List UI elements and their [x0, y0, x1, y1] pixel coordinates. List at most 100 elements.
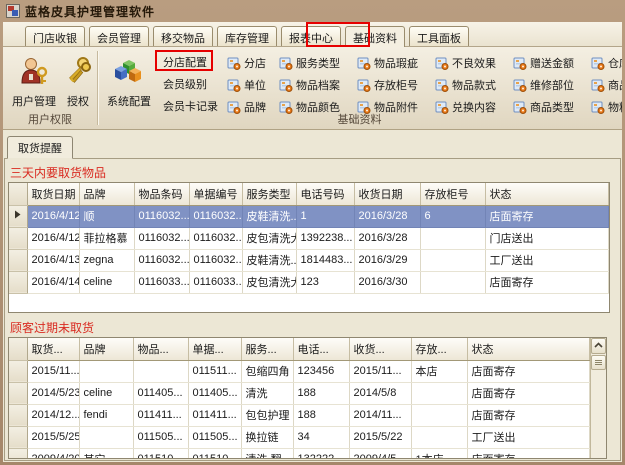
table-cell[interactable]: 0116032... [189, 205, 242, 227]
table-cell[interactable] [411, 426, 467, 448]
table-cell[interactable]: 0116032... [134, 205, 189, 227]
table-row[interactable]: 2015/11...011511...包缩四角1234562015/11...本… [9, 360, 590, 382]
row-selector-cell[interactable] [9, 426, 27, 448]
table-cell[interactable]: 1392238... [296, 227, 354, 249]
table-cell[interactable] [79, 426, 133, 448]
table-cell[interactable]: 011510... [133, 448, 188, 459]
table-cell[interactable]: 6 [420, 205, 485, 227]
row-selector-cell[interactable] [9, 404, 27, 426]
table-cell[interactable]: 顺 [79, 205, 134, 227]
table-cell[interactable]: 34 [293, 426, 349, 448]
column-header-状态[interactable]: 状态 [485, 183, 609, 205]
table-cell[interactable] [411, 404, 467, 426]
column-header-存放柜号[interactable]: 存放柜号 [420, 183, 485, 205]
table-cell[interactable]: 123456 [293, 360, 349, 382]
nav-tab-门店收银[interactable]: 门店收银 [25, 26, 85, 46]
ribbon-item-物品瑕疵[interactable]: 物品瑕疵 [357, 55, 435, 71]
table-cell[interactable]: 011405... [133, 382, 188, 404]
table-cell[interactable]: 2014/5/23 [27, 382, 79, 404]
table-cell[interactable] [420, 271, 485, 293]
column-header-状态[interactable]: 状态 [467, 338, 590, 360]
column-header-服务类型[interactable]: 服务类型 [242, 183, 296, 205]
table-cell[interactable]: 0116032... [134, 249, 189, 271]
table-cell[interactable]: 清洗,翻... [241, 448, 293, 459]
ribbon-item-不良效果[interactable]: 不良效果 [435, 55, 513, 71]
column-header-单据...[interactable]: 单据... [188, 338, 241, 360]
table-cell[interactable]: 店面寄存 [467, 360, 590, 382]
table-cell[interactable]: 0116032... [189, 227, 242, 249]
table-cell[interactable]: 2015/11... [349, 360, 411, 382]
nav-tab-基础资料[interactable]: 基础资料 [345, 26, 405, 47]
table-cell[interactable]: 0116033... [134, 271, 189, 293]
table-cell[interactable]: 2015/11... [27, 360, 79, 382]
nav-tab-工具面板[interactable]: 工具面板 [409, 26, 469, 46]
table-cell[interactable]: 2016/3/28 [354, 205, 420, 227]
table-cell[interactable]: 1 [296, 205, 354, 227]
table-cell[interactable]: 123 [296, 271, 354, 293]
ribbon-item-赠送金额[interactable]: 赠送金额 [513, 55, 591, 71]
table-row[interactable]: 2015/5/25011505...011505...换拉链342015/5/2… [9, 426, 590, 448]
table-due-in-3-days[interactable]: 取货日期品牌物品条码单据编号服务类型电话号码收货日期存放柜号状态2016/4/1… [8, 182, 610, 313]
row-selector-cell[interactable] [9, 448, 27, 459]
table-cell[interactable]: 0116032... [189, 249, 242, 271]
table-row[interactable]: 2014/5/23celine011405...011405...清洗18820… [9, 382, 590, 404]
table-cell[interactable]: 011405... [188, 382, 241, 404]
table-cell[interactable]: 132222... [293, 448, 349, 459]
table-cell[interactable]: 2016/4/14 [27, 271, 79, 293]
table-cell[interactable]: 2014/12... [27, 404, 79, 426]
row-selector-cell[interactable] [9, 360, 27, 382]
table-cell[interactable]: 皮鞋清洗... [242, 205, 296, 227]
table-cell[interactable]: 皮包清洗大 [242, 271, 296, 293]
table-cell[interactable]: 2016/4/12 [27, 205, 79, 227]
table-cell[interactable] [420, 249, 485, 271]
table-cell[interactable]: 皮包清洗大 [242, 227, 296, 249]
row-selector-cell[interactable] [9, 227, 27, 249]
table-cell[interactable] [420, 227, 485, 249]
row-selector-cell[interactable] [9, 382, 27, 404]
table-cell[interactable] [411, 382, 467, 404]
table-cell[interactable]: 清洗 [241, 382, 293, 404]
table-cell[interactable]: 2014/11... [349, 404, 411, 426]
table-cell[interactable]: fendi [79, 404, 133, 426]
table-cell[interactable]: 2016/3/29 [354, 249, 420, 271]
table-cell[interactable]: 2009/4/5 [349, 448, 411, 459]
table-cell[interactable]: 包缩四角 [241, 360, 293, 382]
column-header-存放...[interactable]: 存放... [411, 338, 467, 360]
table-cell[interactable]: 2016/3/30 [354, 271, 420, 293]
table-row[interactable]: 2014/12...fendi011411...011411...包包护理188… [9, 404, 590, 426]
table-cell[interactable] [79, 360, 133, 382]
ribbon-item-维修部位[interactable]: 维修部位 [513, 77, 591, 93]
table-cell[interactable]: 011411... [188, 404, 241, 426]
ribbon-item-物品款式[interactable]: 物品款式 [435, 77, 513, 93]
table-row[interactable]: 2009/4/20其它011510...011510...清洗,翻...1322… [9, 448, 590, 459]
row-selector-cell[interactable] [9, 271, 27, 293]
column-header-收货日期[interactable]: 收货日期 [354, 183, 420, 205]
table-cell[interactable]: 0116032... [134, 227, 189, 249]
table-cell[interactable]: 2009/4/20 [27, 448, 79, 459]
table-cell[interactable]: 工厂送出 [485, 249, 609, 271]
table-cell[interactable]: 包包护理 [241, 404, 293, 426]
table-cell[interactable]: 2016/3/28 [354, 227, 420, 249]
column-header-服务...[interactable]: 服务... [241, 338, 293, 360]
vertical-scrollbar[interactable] [590, 338, 606, 458]
column-header-收货...[interactable]: 收货... [349, 338, 411, 360]
table-cell[interactable]: 011505... [133, 426, 188, 448]
table-cell[interactable] [133, 360, 188, 382]
nav-tab-移交物品[interactable]: 移交物品 [153, 26, 213, 46]
system-config-button[interactable]: 系统配置 [101, 50, 157, 109]
column-header-品牌[interactable]: 品牌 [79, 183, 134, 205]
table-cell[interactable]: celine [79, 382, 133, 404]
ribbon-item-服务类型[interactable]: 服务类型 [279, 55, 357, 71]
ribbon-item-分店[interactable]: 分店 [227, 55, 279, 71]
row-selector-cell[interactable] [9, 249, 27, 271]
column-header-取货日期[interactable]: 取货日期 [27, 183, 79, 205]
table-cell[interactable]: zegna [79, 249, 134, 271]
tab-pickup-reminder[interactable]: 取货提醒 [7, 136, 73, 159]
row-selector-arrow-right-icon[interactable] [9, 205, 27, 227]
scrollbar-thumb[interactable] [591, 355, 606, 370]
table-cell[interactable]: 2015/5/25 [27, 426, 79, 448]
table-cell[interactable]: 店面寄存 [485, 271, 609, 293]
table-cell[interactable]: 其它 [79, 448, 133, 459]
table-overdue[interactable]: 取货...品牌物品...单据...服务...电话...收货...存放...状态2… [8, 337, 607, 459]
column-header-取货...[interactable]: 取货... [27, 338, 79, 360]
